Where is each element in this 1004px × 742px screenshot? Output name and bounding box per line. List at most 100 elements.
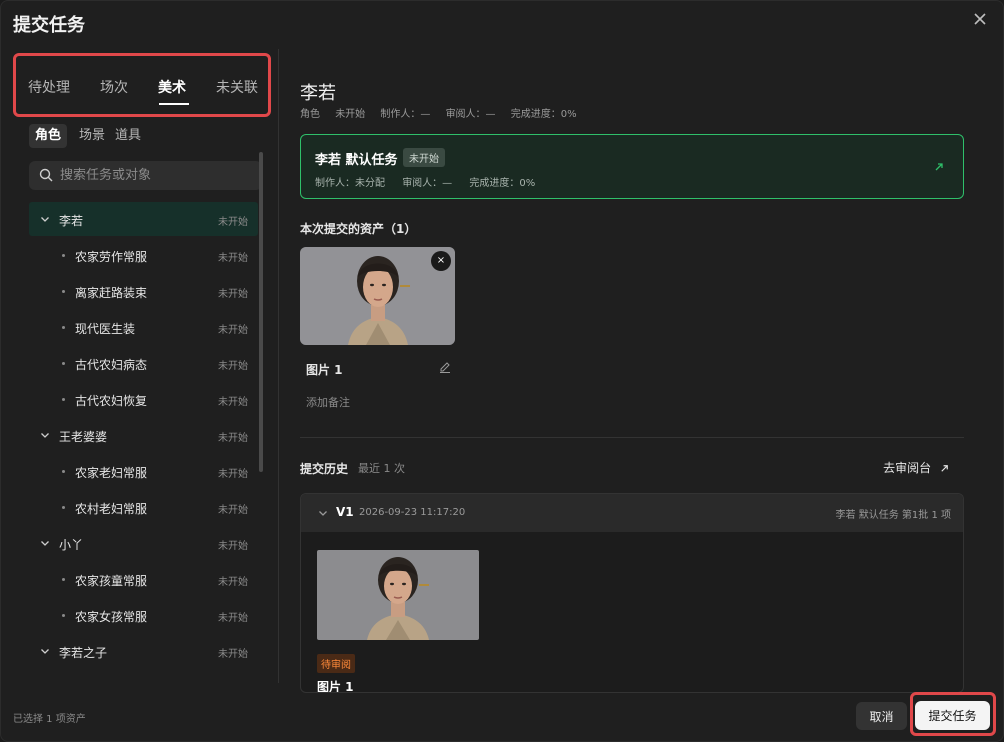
tree-item-label: 农家劳作常服 xyxy=(75,250,148,264)
tree-item[interactable]: 农家劳作常服 未开始 xyxy=(29,238,258,272)
subtab-props[interactable]: 道具 xyxy=(109,124,147,148)
bullet-icon xyxy=(62,470,65,473)
history-title: 提交历史 xyxy=(300,462,349,476)
dialog-title: 提交任务 xyxy=(13,15,85,36)
remove-asset-button[interactable]: × xyxy=(431,251,451,271)
tree-item[interactable]: 现代医生装 未开始 xyxy=(29,310,258,344)
bullet-icon xyxy=(62,398,65,401)
add-note-link[interactable]: 添加备注 xyxy=(306,394,350,410)
task-progress: 完成进度：0% xyxy=(469,178,536,189)
page-title: 李若 xyxy=(300,83,336,104)
asset-name: 图片 1 xyxy=(306,363,343,377)
tree-item[interactable]: 农家老妇常服 未开始 xyxy=(29,454,258,488)
cancel-button[interactable]: 取消 xyxy=(856,702,907,730)
tree-item-status: 未开始 xyxy=(218,505,248,516)
tree-item-liruo-son[interactable]: 李若之子 未开始 xyxy=(29,634,258,668)
tree-item-status: 未开始 xyxy=(218,649,248,660)
meta-status: 未开始 xyxy=(335,109,366,120)
task-name: 李若 默认任务 xyxy=(315,153,398,168)
version-card: V1 2026-09-23 11:17:20 李若 默认任务 第1批 1 项 待… xyxy=(300,493,964,693)
task-maker: 制作人：未分配 xyxy=(315,178,385,189)
tree-item[interactable]: 离家赶路装束 未开始 xyxy=(29,274,258,308)
tree-item-liruo[interactable]: 李若 未开始 xyxy=(29,202,258,236)
task-meta: 制作人：未分配 审阅人：— 完成进度：0% xyxy=(315,174,549,189)
tree-item-label: 农家老妇常服 xyxy=(75,466,148,480)
meta-reviewer: 审阅人：— xyxy=(445,109,496,120)
tree-item-status: 未开始 xyxy=(218,217,248,228)
tree-item-wang[interactable]: 王老婆婆 未开始 xyxy=(29,418,258,452)
asset-tree: 李若 未开始 农家劳作常服 未开始 离家赶路装束 未开始 现代医生装 未开始 古… xyxy=(29,202,258,682)
tree-item-status: 未开始 xyxy=(218,613,248,624)
tab-scenes[interactable]: 场次 xyxy=(100,77,128,97)
arrow-up-right-icon[interactable] xyxy=(933,161,945,173)
bullet-icon xyxy=(62,578,65,581)
edit-icon[interactable] xyxy=(439,361,451,373)
tree-item-label: 农村老妇常服 xyxy=(75,502,148,516)
meta-type: 角色 xyxy=(300,109,320,120)
version-thumbnail[interactable] xyxy=(317,550,479,640)
tree-item-status: 未开始 xyxy=(218,433,248,444)
tree-item[interactable]: 农家女孩常服 未开始 xyxy=(29,598,258,632)
version-header[interactable]: V1 2026-09-23 11:17:20 李若 默认任务 第1批 1 项 xyxy=(301,494,963,532)
tree-item-status: 未开始 xyxy=(218,577,248,588)
meta-progress: 完成进度：0% xyxy=(510,109,577,120)
tree-item[interactable]: 农家孩童常服 未开始 xyxy=(29,562,258,596)
tab-art[interactable]: 美术 xyxy=(158,77,186,97)
status-badge: 待审阅 xyxy=(317,654,355,673)
chevron-down-icon xyxy=(319,511,327,516)
tree-item-status: 未开始 xyxy=(218,469,248,480)
tree-item[interactable]: 古代农妇恢复 未开始 xyxy=(29,382,258,416)
tree-item-label: 农家女孩常服 xyxy=(75,610,148,624)
chevron-down-icon xyxy=(41,649,49,654)
subtab-scenes[interactable]: 场景 xyxy=(73,124,111,148)
tab-pending[interactable]: 待处理 xyxy=(28,77,70,97)
assets-section-title: 本次提交的资产（1） xyxy=(300,222,417,236)
submit-task-button[interactable]: 提交任务 xyxy=(915,701,990,730)
go-review-link[interactable]: 去审阅台 xyxy=(883,459,950,476)
tree-item-status: 未开始 xyxy=(218,253,248,264)
tree-item-status: 未开始 xyxy=(218,397,248,408)
bullet-icon xyxy=(62,506,65,509)
chevron-down-icon xyxy=(41,433,49,438)
tree-item-label: 古代农妇恢复 xyxy=(75,394,148,408)
meta-maker: 制作人：— xyxy=(380,109,431,120)
tree-item-xiaoya[interactable]: 小丫 未开始 xyxy=(29,526,258,560)
object-meta: 角色 未开始 制作人：— 审阅人：— 完成进度：0% xyxy=(300,105,589,120)
tree-item-status: 未开始 xyxy=(218,541,248,552)
submit-task-dialog: 提交任务 待处理 场次 美术 未关联 角色 场景 道具 李若 未开始 xyxy=(0,0,1004,742)
bullet-icon xyxy=(62,254,65,257)
task-reviewer: 审阅人：— xyxy=(402,178,453,189)
version-label: V1 xyxy=(336,505,354,519)
tab-unlinked[interactable]: 未关联 xyxy=(216,77,258,97)
right-panel: 李若 角色 未开始 制作人：— 审阅人：— 完成进度：0% 李若 默认任务 未开… xyxy=(300,71,964,693)
go-review-label: 去审阅台 xyxy=(883,461,932,475)
panel-divider xyxy=(278,49,279,683)
task-card[interactable]: 李若 默认任务 未开始 制作人：未分配 审阅人：— 完成进度：0% xyxy=(300,134,964,199)
search-input[interactable] xyxy=(60,161,256,190)
arrow-up-right-icon xyxy=(941,465,948,472)
tree-item-label: 离家赶路装束 xyxy=(75,286,148,300)
tree-item-label: 古代农妇病态 xyxy=(75,358,148,372)
version-item-name: 图片 1 xyxy=(317,680,354,693)
tree-item-status: 未开始 xyxy=(218,289,248,300)
tree-item-label: 王老婆婆 xyxy=(59,430,108,444)
bullet-icon xyxy=(62,362,65,365)
bullet-icon xyxy=(62,290,65,293)
category-tabs: 待处理 场次 美术 未关联 xyxy=(13,53,271,117)
tree-item-label: 小丫 xyxy=(59,538,84,552)
tree-item-label: 现代医生装 xyxy=(75,322,136,336)
tree-item-label: 农家孩童常服 xyxy=(75,574,148,588)
bullet-icon xyxy=(62,326,65,329)
chevron-down-icon xyxy=(41,541,49,546)
bullet-icon xyxy=(62,614,65,617)
status-badge: 未开始 xyxy=(403,148,445,167)
tree-item-label: 李若 xyxy=(59,214,84,228)
subtab-characters[interactable]: 角色 xyxy=(29,124,68,148)
section-divider xyxy=(300,437,964,438)
tree-item-status: 未开始 xyxy=(218,325,248,336)
tree-item[interactable]: 古代农妇病态 未开始 xyxy=(29,346,258,380)
tree-scrollbar[interactable] xyxy=(259,152,263,472)
history-subtitle: 最近 1 次 xyxy=(358,462,405,475)
tree-item[interactable]: 农村老妇常服 未开始 xyxy=(29,490,258,524)
close-icon[interactable] xyxy=(971,10,989,28)
